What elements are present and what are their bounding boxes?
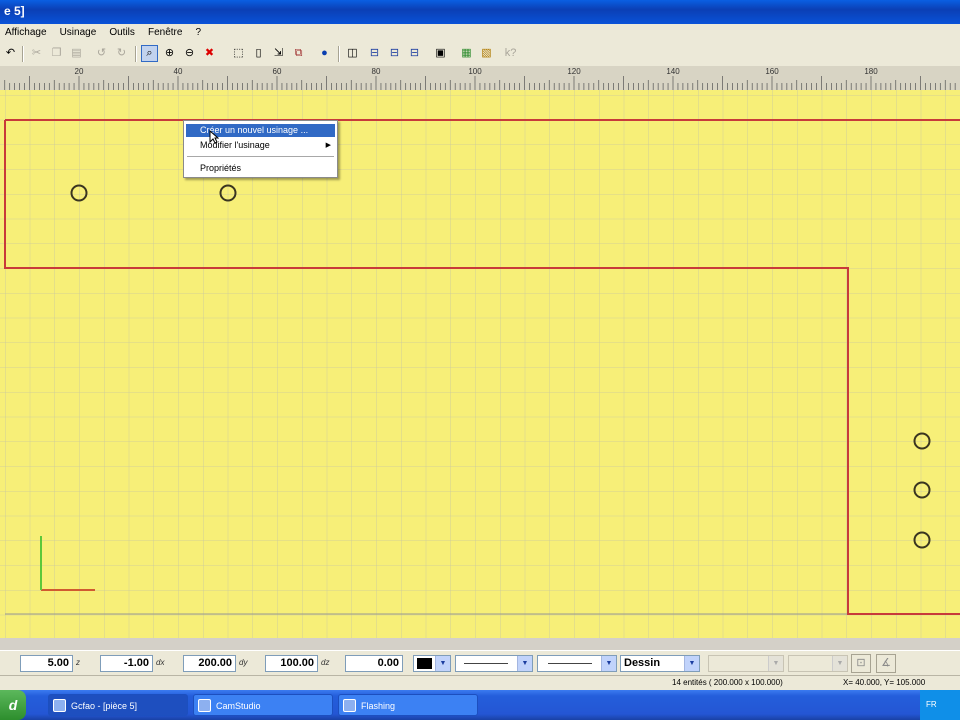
- view-side-icon[interactable]: ⊟: [406, 45, 423, 62]
- app-icon: [343, 699, 356, 712]
- select-icon[interactable]: ⬚: [230, 45, 247, 62]
- move-icon[interactable]: ⇲: [270, 45, 287, 62]
- snap-grid-icon[interactable]: ⊡: [851, 654, 871, 673]
- context-help-icon[interactable]: k?: [502, 45, 519, 62]
- dy-field[interactable]: 200.00: [183, 655, 236, 672]
- toolpath-icon[interactable]: ▦: [458, 45, 475, 62]
- color-swatch: [417, 658, 432, 669]
- cursor-coordinates: X= 40.000, Y= 105.000: [843, 678, 926, 687]
- z-label: z: [76, 658, 80, 667]
- cube-icon[interactable]: ◫: [344, 45, 361, 62]
- task-label: Flashing: [361, 701, 396, 711]
- menu-item-label: Propriétés: [200, 163, 242, 173]
- chevron-down-icon[interactable]: ▼: [517, 656, 532, 671]
- view-front-icon[interactable]: ⊟: [366, 45, 383, 62]
- undo-icon[interactable]: ↶: [2, 45, 19, 62]
- menu-item-properties[interactable]: Propriétés: [186, 162, 335, 175]
- delete-icon[interactable]: ✖: [201, 45, 218, 62]
- taskbar: d Gcfao - [pièce 5] CamStudio Flashing F…: [0, 690, 960, 720]
- title-bar: e 5]: [0, 0, 960, 24]
- line-width-preview: [548, 663, 592, 664]
- zoom-out-icon[interactable]: ⊖: [181, 45, 198, 62]
- ruler-label: 140: [666, 67, 680, 76]
- mouse-cursor-icon: [209, 130, 219, 144]
- ruler-label: 80: [371, 67, 381, 76]
- transform-icon[interactable]: ⧉: [290, 45, 307, 62]
- ruler-label: 20: [74, 67, 84, 76]
- toolbar: ↶ ✂ ❐ ▤ ↺ ↻ ⌕ ⊕ ⊖ ✖ ⬚ ▯ ⇲ ⧉ ● ◫ ⊟ ⊟ ⊟ ▣ …: [0, 42, 960, 67]
- ruler-label: 160: [765, 67, 779, 76]
- drawing-area[interactable]: [0, 90, 960, 638]
- sphere-icon[interactable]: ●: [316, 45, 333, 62]
- entity-count: 14 entités ( 200.000 x 100.000): [672, 678, 783, 687]
- ruler-label: 60: [272, 67, 282, 76]
- copy-icon[interactable]: ❐: [48, 45, 65, 62]
- dx-label: dx: [156, 658, 165, 667]
- undo-action-icon[interactable]: ↺: [93, 45, 110, 62]
- zoom-in-icon[interactable]: ⊕: [161, 45, 178, 62]
- submenu-arrow-icon: ▶: [325, 142, 331, 149]
- task-label: Gcfao - [pièce 5]: [71, 701, 138, 711]
- coordinate-bar: 5.00 z -1.00 dx 200.00 dy 100.00 dz 0.00…: [0, 650, 960, 676]
- menu-usinage[interactable]: Usinage: [55, 24, 102, 42]
- angle-field[interactable]: 0.00: [345, 655, 403, 672]
- view-top-icon[interactable]: ⊟: [386, 45, 403, 62]
- app-icon: [198, 699, 211, 712]
- task-flashing[interactable]: Flashing: [338, 694, 478, 716]
- z-field[interactable]: 5.00: [20, 655, 73, 672]
- horizontal-ruler: 20 40 60 80 100 120 140 160 180: [0, 66, 960, 91]
- disabled-select: ▼: [788, 655, 848, 672]
- window-title: e 5]: [4, 4, 25, 18]
- zoom-window-icon[interactable]: ⌕: [141, 45, 158, 62]
- dx-field[interactable]: -1.00: [100, 655, 153, 672]
- chevron-down-icon[interactable]: ▼: [684, 656, 699, 671]
- menu-fenetre[interactable]: Fenêtre: [143, 24, 187, 42]
- toolbar-separator: [22, 46, 24, 62]
- snap-angle-icon[interactable]: ∡: [876, 654, 896, 673]
- line-type-select[interactable]: ▼: [455, 655, 533, 672]
- toolbar-separator: [338, 46, 340, 62]
- line-type-preview: [464, 663, 508, 664]
- chevron-down-icon[interactable]: ▼: [601, 656, 616, 671]
- menu-separator: [187, 156, 334, 157]
- layer-value: Dessin: [624, 657, 661, 669]
- language-indicator[interactable]: FR: [926, 700, 937, 709]
- paste-icon[interactable]: ▤: [68, 45, 85, 62]
- start-button[interactable]: d: [0, 690, 26, 720]
- chevron-down-icon: ▼: [832, 656, 847, 671]
- toolbar-separator: [135, 46, 137, 62]
- color-select[interactable]: ▼: [413, 655, 451, 672]
- dz-label: dz: [321, 658, 330, 667]
- task-label: CamStudio: [216, 701, 261, 711]
- grid: [0, 90, 960, 638]
- ruler-label: 180: [864, 67, 878, 76]
- drawing-canvas[interactable]: [0, 90, 960, 638]
- menu-help[interactable]: ?: [191, 24, 207, 42]
- disabled-select: ▼: [708, 655, 784, 672]
- dy-label: dy: [239, 658, 248, 667]
- page-icon[interactable]: ▯: [250, 45, 267, 62]
- task-camstudio[interactable]: CamStudio: [193, 694, 333, 716]
- chevron-down-icon[interactable]: ▼: [435, 656, 450, 671]
- system-tray: FR: [920, 690, 960, 720]
- menu-affichage[interactable]: Affichage: [0, 24, 52, 42]
- ruler-label: 100: [468, 67, 482, 76]
- ruler-label: 120: [567, 67, 581, 76]
- menu-bar: Affichage Usinage Outils Fenêtre ?: [0, 24, 960, 43]
- ruler-label: 40: [173, 67, 183, 76]
- chevron-down-icon: ▼: [768, 656, 783, 671]
- menu-outils[interactable]: Outils: [104, 24, 140, 42]
- line-width-select[interactable]: ▼: [537, 655, 617, 672]
- layer-select[interactable]: Dessin ▼: [620, 655, 700, 672]
- simulate-icon[interactable]: ▧: [478, 45, 495, 62]
- redo-action-icon[interactable]: ↻: [113, 45, 130, 62]
- frame-icon[interactable]: ▣: [432, 45, 449, 62]
- dz-field[interactable]: 100.00: [265, 655, 318, 672]
- app-icon: [53, 699, 66, 712]
- cut-icon[interactable]: ✂: [28, 45, 45, 62]
- task-gcfao[interactable]: Gcfao - [pièce 5]: [48, 694, 188, 716]
- context-menu: Créer un nouvel usinage ... Modifier l'u…: [183, 120, 338, 178]
- status-bar: 14 entités ( 200.000 x 100.000) X= 40.00…: [0, 675, 960, 691]
